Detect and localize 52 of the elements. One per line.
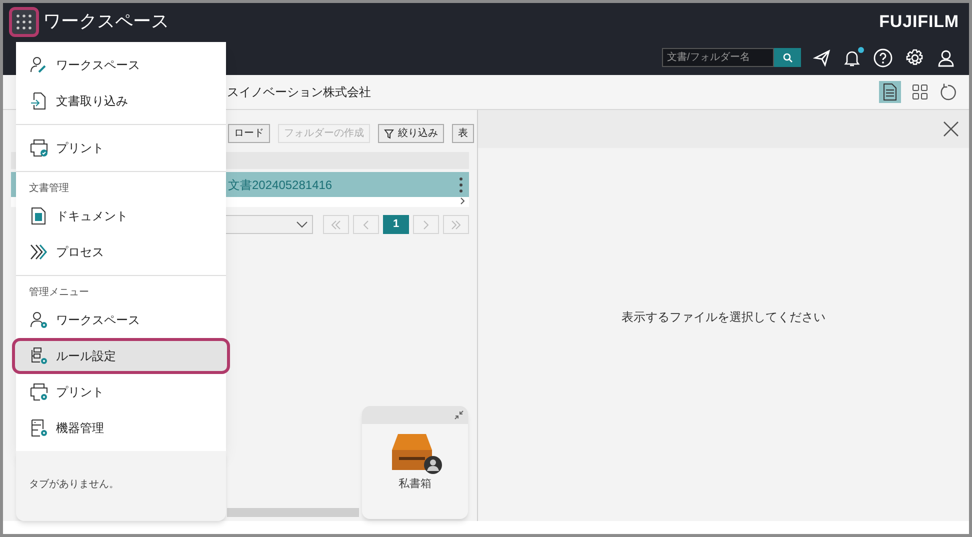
app-grid-icon [16, 14, 32, 30]
filter-icon [384, 128, 394, 138]
menu-item[interactable]: プリント [16, 374, 226, 410]
people-gear-icon [30, 311, 48, 329]
toolbar-button[interactable]: 表 [452, 124, 474, 143]
chevron-down-icon [296, 220, 308, 228]
notification-icon[interactable] [843, 48, 861, 66]
settings-icon[interactable] [905, 48, 925, 68]
people-edit-icon [30, 56, 48, 74]
printer-check-icon [30, 139, 48, 157]
empty-tabs-message: タブがありません。 [29, 479, 119, 490]
search-button[interactable] [774, 48, 801, 67]
menu-section-heading: 文書管理 [28, 182, 70, 196]
menu-item[interactable]: 機器管理 [16, 410, 226, 446]
scroll-right-icon[interactable] [460, 197, 465, 205]
mailbox-label: 私書箱 [398, 477, 432, 492]
close-icon[interactable] [943, 121, 959, 137]
help-icon[interactable] [873, 48, 893, 68]
menu-item[interactable]: プリント [16, 130, 226, 166]
detail-view-button[interactable] [879, 81, 901, 103]
toolbar-button[interactable]: ロード [228, 124, 270, 143]
last-page-icon [450, 220, 462, 230]
menu-item[interactable]: ルール設定 [12, 338, 230, 374]
menu-section-heading: 管理メニュー [28, 286, 90, 300]
search-field[interactable]: 文書/フォルダー名 [662, 48, 774, 67]
search-icon [782, 52, 792, 62]
menu-item[interactable]: 文書取り込み [16, 83, 226, 119]
import-icon [30, 92, 48, 110]
horizontal-scrollbar[interactable] [227, 508, 359, 517]
user-icon[interactable] [937, 48, 955, 66]
menu-item[interactable]: ドキュメント [16, 198, 226, 234]
first-page-icon [330, 220, 342, 230]
refresh-icon[interactable] [939, 83, 957, 101]
logo: FUJIFILM [879, 10, 959, 33]
menu-item[interactable]: ワークスペース [16, 47, 226, 83]
collapse-icon[interactable] [454, 410, 464, 420]
company-name: スイノベーション株式会社 [227, 84, 371, 101]
printer-gear-icon [30, 383, 48, 401]
rule-gear-icon [30, 347, 48, 365]
page-button[interactable]: 1 [383, 215, 409, 234]
device-gear-icon [30, 419, 48, 437]
menu-item[interactable]: プロセス [16, 234, 226, 270]
send-icon[interactable] [813, 48, 831, 66]
window-title: ワークスペース [43, 10, 169, 33]
empty-preview-message: 表示するファイルを選択してください [622, 308, 826, 326]
menu-item[interactable]: ワークスペース [16, 302, 226, 338]
more-icon[interactable] [459, 176, 463, 192]
filter-button[interactable]: 絞り込み [378, 124, 444, 143]
app-menu-button[interactable] [9, 6, 39, 36]
mailbox-widget[interactable]: 私書箱 [362, 406, 468, 519]
chevrons-icon [30, 243, 48, 261]
document-icon [30, 207, 48, 225]
